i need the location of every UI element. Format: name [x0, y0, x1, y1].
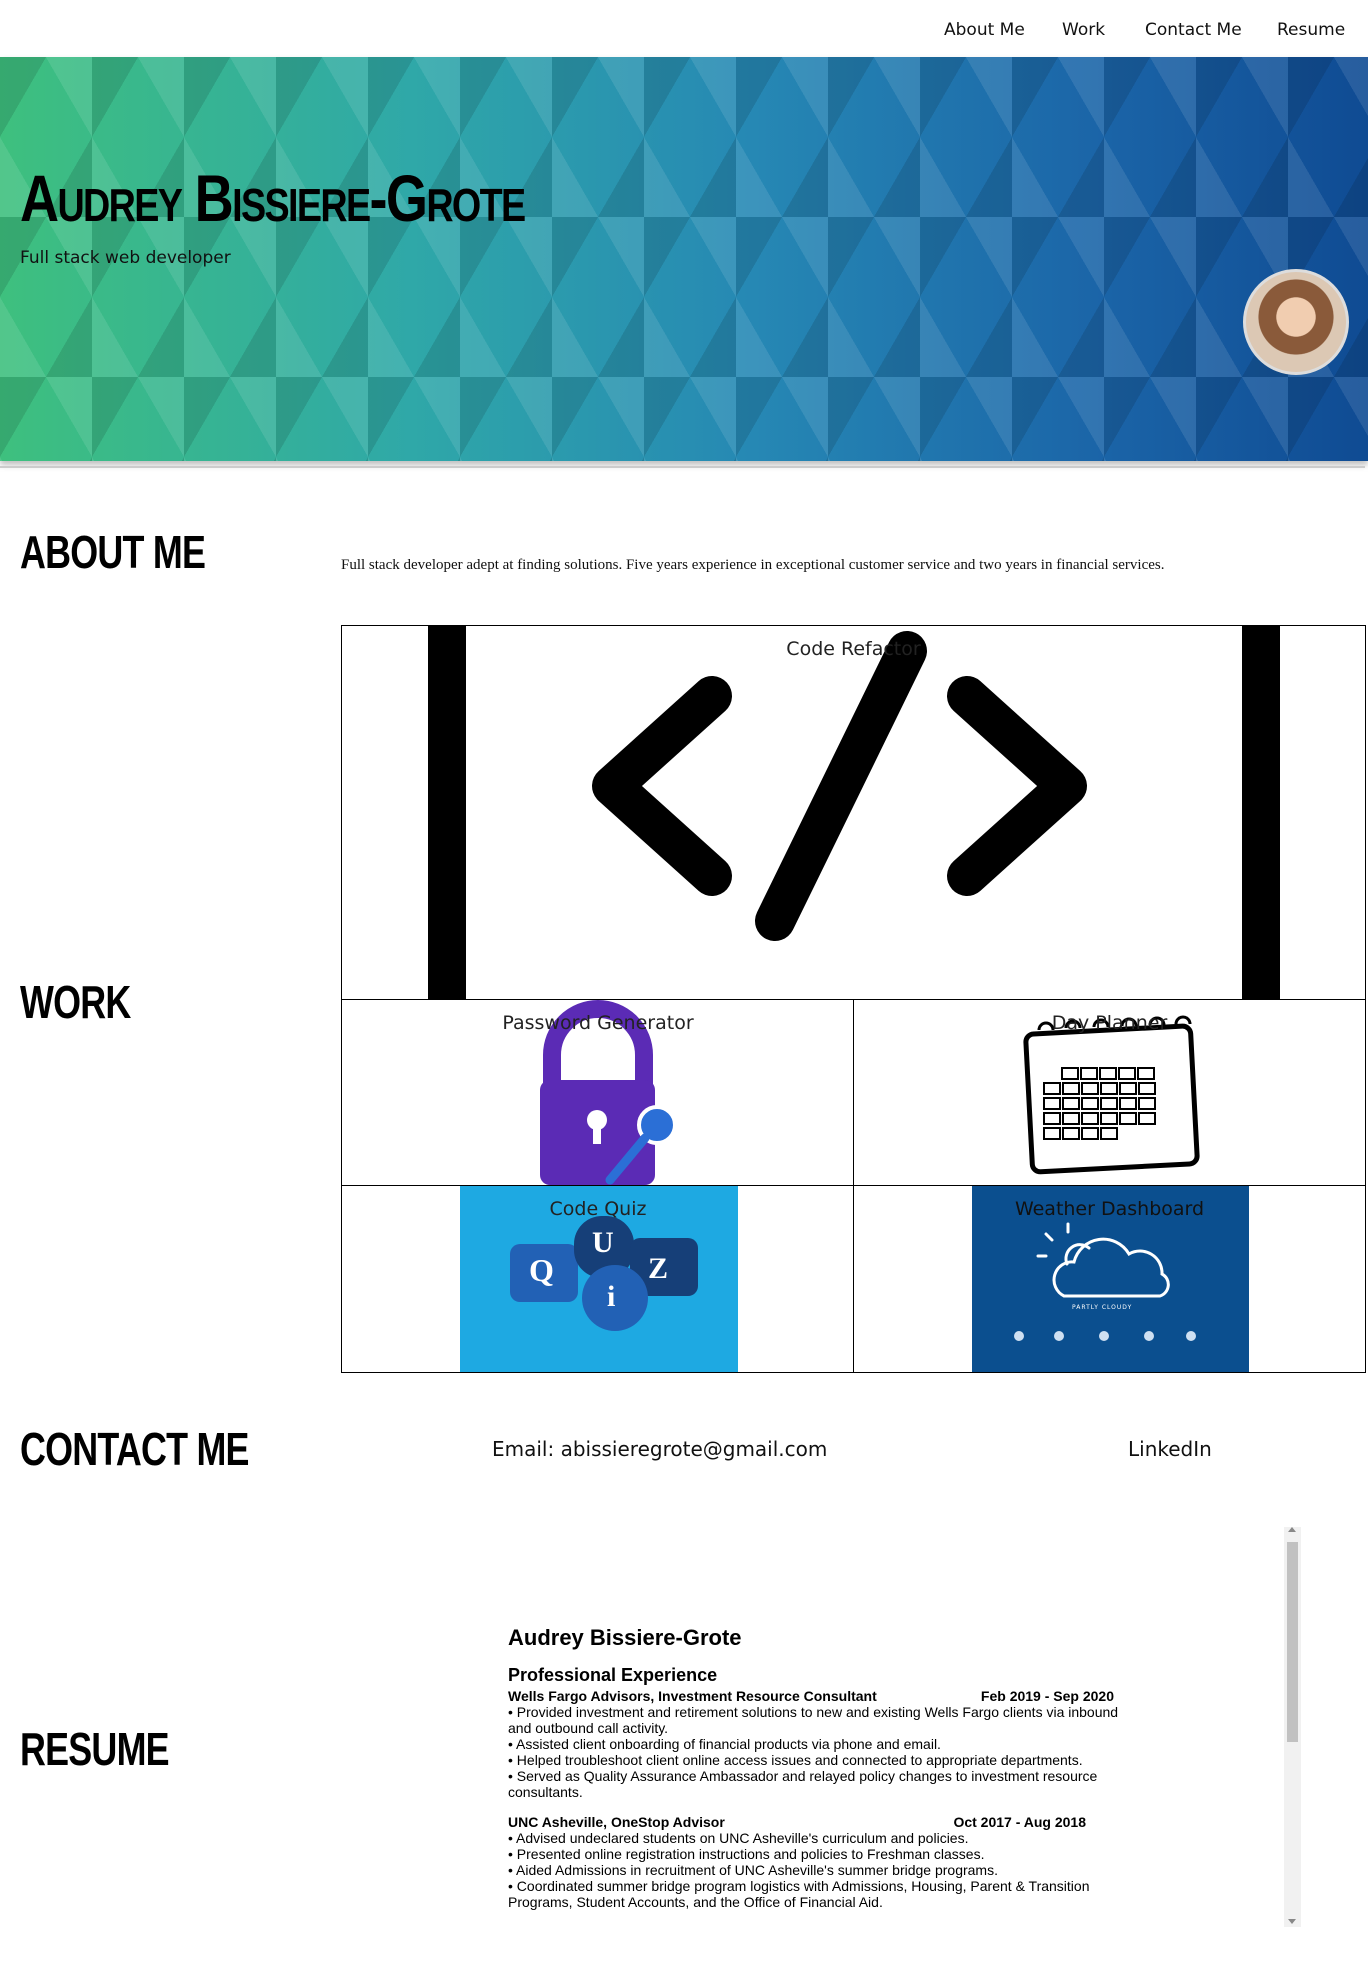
resume-scrollbar[interactable]: [1284, 1527, 1301, 1927]
nav-contact-me[interactable]: Contact Me: [1145, 20, 1242, 40]
about-text: Full stack developer adept at finding so…: [341, 557, 1165, 573]
resume-bullet: • Helped troubleshoot client online acce…: [508, 1752, 1083, 1768]
hero-divider: [0, 466, 1365, 468]
hero-name: Audrey Bissiere-Grote: [20, 161, 526, 235]
resume-bullet: • Aided Admissions in recruitment of UNC…: [508, 1862, 998, 1878]
resume-job-header: UNC Asheville, OneStop Advisor Oct 2017 …: [508, 1814, 1128, 1830]
hero-banner: Audrey Bissiere-Grote Full stack web dev…: [0, 57, 1368, 461]
work-heading: Work: [20, 976, 131, 1028]
contact-heading: Contact Me: [20, 1423, 250, 1475]
project-title: Password Generator: [502, 1012, 694, 1034]
code-icon: [428, 626, 1280, 1000]
resume-section-title: Professional Experience: [508, 1665, 718, 1685]
contact-email-link[interactable]: Email: abissieregrote@gmail.com: [492, 1437, 827, 1461]
quiz-letter-i: i: [607, 1280, 616, 1313]
project-card-code-refactor[interactable]: Code Refactor: [341, 625, 1366, 1001]
resume-job-dates: Feb 2019 - Sep 2020: [980, 1688, 1114, 1704]
project-card-day-planner[interactable]: Day Planner: [853, 999, 1366, 1187]
hero-subtitle: Full stack web developer: [20, 248, 231, 268]
resume-heading: Resume: [20, 1723, 170, 1775]
resume-bullet: • Served as Quality Assurance Ambassador…: [508, 1768, 1098, 1800]
resume-bullet: • Advised undeclared students on UNC Ash…: [508, 1830, 969, 1846]
project-card-password-generator[interactable]: Password Generator: [341, 999, 855, 1187]
resume-name: Audrey Bissiere-Grote: [508, 1625, 742, 1650]
avatar: [1243, 269, 1349, 375]
nav-about-me[interactable]: About Me: [944, 20, 1025, 40]
contact-linkedin-link[interactable]: LinkedIn: [1128, 1437, 1212, 1461]
scroll-down-arrow-icon[interactable]: [1288, 1919, 1296, 1924]
resume-job-title: Wells Fargo Advisors, Investment Resourc…: [508, 1688, 877, 1704]
nav-work[interactable]: Work: [1062, 20, 1105, 40]
scroll-thumb[interactable]: [1287, 1542, 1298, 1742]
resume-embed[interactable]: Audrey Bissiere-Grote Professional Exper…: [490, 1527, 1304, 1927]
resume-job-dates: Oct 2017 - Aug 2018: [953, 1814, 1086, 1830]
resume-bullet: • Assisted client onboarding of financia…: [508, 1736, 941, 1752]
work-grid: Code Refactor Password Generator Day Pla…: [341, 625, 1366, 1373]
resume-document: Audrey Bissiere-Grote Professional Exper…: [508, 1625, 1128, 1910]
about-heading: About Me: [20, 526, 206, 578]
resume-job-title: UNC Asheville, OneStop Advisor: [508, 1814, 725, 1830]
quiz-letter-z: Z: [648, 1252, 669, 1285]
scroll-up-arrow-icon[interactable]: [1288, 1527, 1296, 1532]
project-card-weather-dashboard[interactable]: Weather Dashboard PARTLY CLOUDY: [853, 1185, 1366, 1373]
resume-bullet: • Coordinated summer bridge program logi…: [508, 1878, 1090, 1910]
top-nav: About Me Work Contact Me Resume: [0, 0, 1368, 57]
nav-resume[interactable]: Resume: [1277, 20, 1345, 40]
project-card-code-quiz[interactable]: Code Quiz Q U i Z: [341, 1185, 855, 1373]
resume-job-header: Wells Fargo Advisors, Investment Resourc…: [508, 1688, 1128, 1704]
resume-bullets: • Provided investment and retirement sol…: [508, 1704, 1128, 1800]
quiz-letter-q: Q: [529, 1252, 554, 1288]
resume-bullets: • Advised undeclared students on UNC Ash…: [508, 1830, 1128, 1910]
project-title: Day Planner: [1051, 1012, 1168, 1034]
project-title: Code Quiz: [549, 1198, 647, 1220]
project-title: Weather Dashboard: [1014, 1198, 1205, 1220]
resume-bullet: • Presented online registration instruct…: [508, 1846, 985, 1862]
resume-bullet: • Provided investment and retirement sol…: [508, 1704, 1119, 1736]
project-title: Code Refactor: [786, 638, 921, 660]
quiz-letter-u: U: [592, 1226, 614, 1259]
weather-caption: PARTLY CLOUDY: [1072, 1304, 1133, 1311]
